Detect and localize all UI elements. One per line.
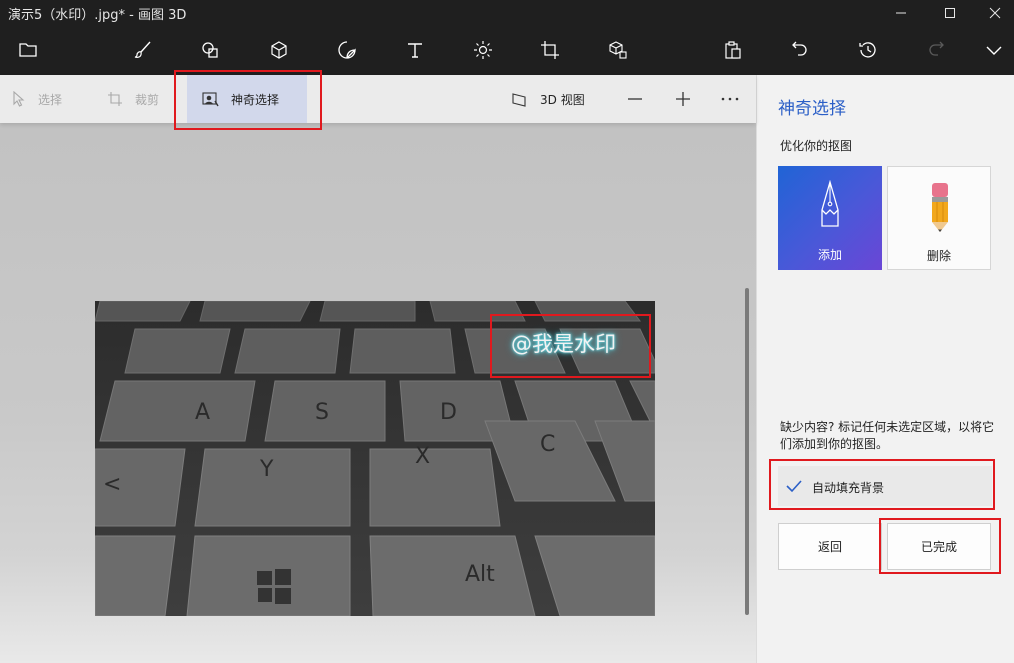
svg-text:S: S	[315, 400, 329, 425]
close-button[interactable]	[972, 0, 1014, 25]
paste-button[interactable]	[715, 33, 751, 67]
3d-view-icon	[512, 92, 526, 107]
canvas-area[interactable]: A S D Y X C < Alt @我是水印	[0, 123, 756, 663]
hint-text: 缺少内容? 标记任何未选定区域，以将它们添加到你的抠图。	[780, 420, 995, 451]
canvas-icon	[541, 41, 559, 59]
3d-library-button[interactable]	[600, 33, 636, 67]
more-icon	[721, 97, 739, 101]
magic-select-icon	[202, 91, 219, 106]
panel-subtitle: 优化你的抠图	[780, 139, 853, 153]
magic-select-label: 神奇选择	[231, 92, 280, 107]
remove-tool-button[interactable]: 删除	[887, 166, 991, 270]
eraser-pencil-icon	[932, 183, 948, 232]
3d-view-label: 3D 视图	[540, 92, 585, 107]
back-button[interactable]: 返回	[778, 523, 882, 570]
expand-icon	[986, 46, 1002, 55]
zoom-in-button[interactable]	[675, 75, 703, 123]
close-icon	[989, 7, 1001, 18]
back-label: 返回	[817, 540, 842, 554]
watermark-text: @我是水印	[511, 332, 616, 356]
checkmark-icon	[786, 480, 802, 493]
minus-icon	[628, 98, 642, 100]
select-label: 选择	[38, 92, 63, 107]
select-button[interactable]: 选择	[12, 75, 62, 123]
menu-button[interactable]	[10, 33, 46, 67]
canvas-button[interactable]	[532, 33, 568, 67]
history-button[interactable]	[850, 33, 886, 67]
history-icon	[859, 42, 876, 58]
stickers-button[interactable]	[329, 33, 365, 67]
text-button[interactable]	[397, 33, 433, 67]
done-label: 已完成	[920, 540, 957, 554]
2d-shapes-button[interactable]	[192, 33, 228, 67]
3d-view-button[interactable]: 3D 视图	[511, 75, 585, 123]
magic-select-button[interactable]: 神奇选择	[187, 75, 307, 123]
add-tool-button[interactable]: 添加	[778, 166, 882, 270]
svg-text:<: <	[103, 472, 121, 497]
sub-toolbar: 选择 裁剪 神奇选择 3D 视图	[0, 75, 756, 123]
effects-button[interactable]	[465, 33, 501, 67]
crop-icon	[108, 92, 122, 106]
window-title: 演示5（水印）.jpg* - 画图 3D	[8, 8, 187, 23]
main-toolbar	[0, 25, 1014, 75]
title-bar: 演示5（水印）.jpg* - 画图 3D	[0, 0, 1014, 25]
cursor-icon	[13, 91, 25, 107]
magic-select-panel: 神奇选择 优化你的抠图 添加 删除 缺少内容? 标记任何未选定区域，以将它们添加…	[756, 75, 1014, 663]
svg-text:A: A	[195, 400, 210, 425]
zoom-out-button[interactable]	[627, 75, 655, 123]
vertical-scrollbar[interactable]	[745, 288, 749, 615]
minimize-button[interactable]	[878, 0, 924, 25]
maximize-button[interactable]	[927, 0, 973, 25]
redo-button[interactable]	[918, 33, 954, 67]
panel-title: 神奇选择	[778, 99, 846, 119]
autofill-checkbox[interactable]: 自动填充背景	[778, 466, 992, 506]
svg-text:C: C	[540, 432, 555, 457]
autofill-label: 自动填充背景	[812, 481, 885, 495]
maximize-icon	[945, 7, 955, 18]
svg-text:X: X	[415, 444, 430, 469]
remove-label: 删除	[926, 249, 951, 263]
svg-text:Y: Y	[259, 457, 274, 482]
paste-icon	[725, 41, 741, 59]
brushes-button[interactable]	[125, 33, 161, 67]
expand-toolbar-button[interactable]	[976, 33, 1012, 67]
minimize-icon	[896, 12, 906, 13]
pen-icon	[821, 180, 839, 227]
svg-text:Alt: Alt	[465, 562, 495, 587]
3d-shapes-button[interactable]	[261, 33, 297, 67]
more-options-button[interactable]	[721, 75, 751, 123]
plus-icon	[676, 92, 690, 106]
2d-shapes-icon	[202, 42, 218, 58]
add-label: 添加	[817, 248, 842, 262]
menu-folder-icon	[19, 43, 37, 57]
crop-label: 裁剪	[135, 92, 160, 107]
svg-text:D: D	[440, 400, 457, 425]
done-button[interactable]: 已完成	[887, 523, 991, 570]
brush-icon	[134, 41, 151, 58]
undo-button[interactable]	[782, 33, 818, 67]
3d-shapes-icon	[271, 41, 287, 59]
effects-icon	[474, 41, 492, 59]
crop-button[interactable]: 裁剪	[107, 75, 159, 123]
redo-icon	[929, 41, 944, 56]
text-icon	[408, 43, 422, 58]
undo-icon	[792, 41, 807, 56]
stickers-icon	[338, 41, 356, 59]
3d-library-icon	[609, 41, 627, 59]
